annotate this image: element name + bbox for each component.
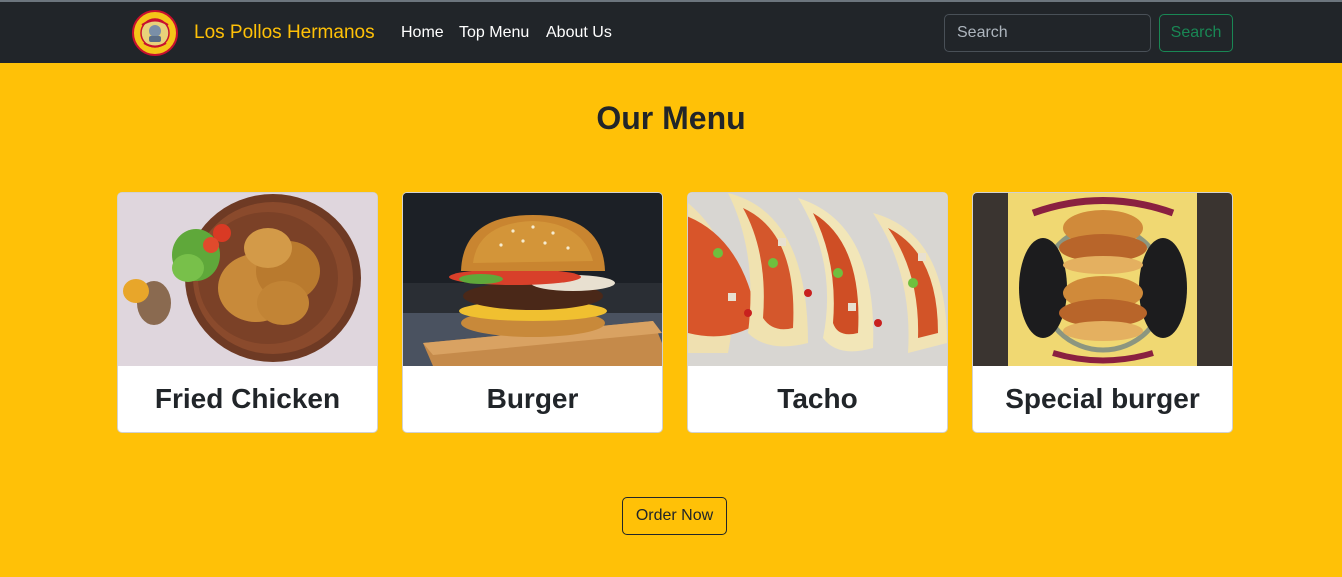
- tacos-image: [688, 193, 947, 366]
- card-title: Fried Chicken: [154, 383, 341, 414]
- nav-link-about-us[interactable]: About Us: [546, 24, 612, 42]
- card-title: Tacho: [777, 383, 858, 414]
- menu-card-special-burger[interactable]: Special burger: [972, 192, 1233, 433]
- card-title: Burger: [486, 383, 579, 414]
- brand-logo-icon[interactable]: [132, 10, 178, 56]
- special-burger-image: [973, 193, 1232, 366]
- search-input[interactable]: [944, 14, 1151, 52]
- card-title: Special burger: [1005, 383, 1200, 414]
- brand-name-link[interactable]: Los Pollos Hermanos: [194, 22, 375, 44]
- search-button[interactable]: Search: [1159, 14, 1233, 52]
- page-title: Our Menu: [596, 100, 746, 136]
- fried-chicken-image: [118, 193, 377, 366]
- menu-card-tacho[interactable]: Tacho: [687, 192, 948, 433]
- navbar: Los Pollos Hermanos Home Top Menu About …: [0, 2, 1342, 63]
- order-now-button[interactable]: Order Now: [622, 497, 727, 535]
- menu-card-fried-chicken[interactable]: Fried Chicken: [117, 192, 378, 433]
- nav-link-home[interactable]: Home: [401, 24, 444, 42]
- menu-card-burger[interactable]: Burger: [402, 192, 663, 433]
- nav-link-top-menu[interactable]: Top Menu: [459, 24, 529, 42]
- burger-image: [403, 193, 662, 366]
